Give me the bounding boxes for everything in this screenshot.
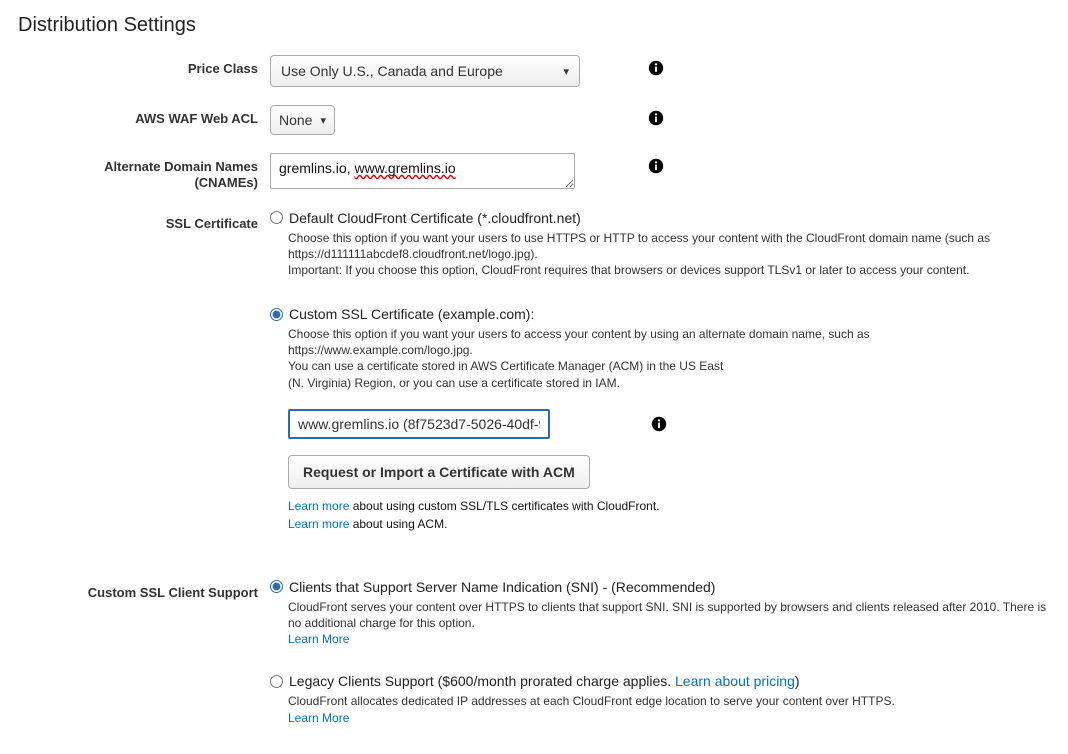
label-ssl-certificate: SSL Certificate (18, 210, 270, 232)
info-icon[interactable] (647, 157, 665, 175)
sni-help: CloudFront serves your content over HTTP… (288, 599, 1050, 648)
request-acm-cert-button[interactable]: Request or Import a Certificate with ACM (288, 455, 590, 489)
default-cert-help: Choose this option if you want your user… (288, 230, 1050, 279)
page-title: Distribution Settings (18, 14, 1050, 37)
legacy-learn-more-link[interactable]: Learn More (288, 711, 349, 725)
label-cnames: Alternate Domain Names (CNAMEs) (18, 153, 270, 192)
label-web-acl: AWS WAF Web ACL (18, 105, 270, 127)
row-cnames: Alternate Domain Names (CNAMEs) gremlins… (18, 153, 1050, 192)
row-sni-support: Custom SSL Client Support Clients that S… (18, 579, 1050, 726)
row-ssl-certificate: SSL Certificate Default CloudFront Certi… (18, 210, 1050, 533)
radio-custom-cert-label: Custom SSL Certificate (example.com): (289, 306, 534, 322)
web-acl-selected: None (279, 112, 312, 128)
learn-about-pricing-link[interactable]: Learn about pricing (675, 673, 795, 689)
price-class-selected: Use Only U.S., Canada and Europe (281, 63, 503, 79)
label-sni-support: Custom SSL Client Support (18, 579, 270, 601)
custom-cert-input[interactable] (288, 409, 550, 439)
price-class-select[interactable]: Use Only U.S., Canada and Europe ▾ (270, 55, 580, 87)
info-icon[interactable] (647, 59, 665, 77)
web-acl-select[interactable]: None ▾ (270, 105, 335, 135)
radio-legacy-label: Legacy Clients Support ($600/month prora… (289, 673, 800, 689)
info-icon[interactable] (647, 109, 665, 127)
radio-sni[interactable] (270, 580, 283, 593)
sni-learn-more-link[interactable]: Learn More (288, 632, 349, 646)
info-icon[interactable] (650, 415, 668, 433)
learn-more-ssl-link[interactable]: Learn more (288, 499, 349, 513)
custom-cert-help: Choose this option if you want your user… (288, 326, 1050, 391)
row-price-class: Price Class Use Only U.S., Canada and Eu… (18, 55, 1050, 87)
legacy-help: CloudFront allocates dedicated IP addres… (288, 693, 1050, 725)
row-web-acl: AWS WAF Web ACL None ▾ (18, 105, 1050, 135)
label-price-class: Price Class (18, 55, 270, 77)
chevron-down-icon: ▾ (320, 114, 326, 127)
custom-cert-learn: Learn more about using custom SSL/TLS ce… (288, 497, 1050, 533)
learn-more-acm-link[interactable]: Learn more (288, 517, 349, 531)
radio-default-cert[interactable] (270, 211, 283, 224)
radio-sni-label: Clients that Support Server Name Indicat… (289, 579, 715, 595)
chevron-down-icon: ▾ (563, 65, 569, 78)
radio-custom-cert[interactable] (270, 308, 283, 321)
cnames-textarea[interactable]: gremlins.io, www.gremlins.io (270, 153, 575, 189)
radio-legacy[interactable] (270, 675, 283, 688)
radio-default-cert-label: Default CloudFront Certificate (*.cloudf… (289, 210, 581, 226)
